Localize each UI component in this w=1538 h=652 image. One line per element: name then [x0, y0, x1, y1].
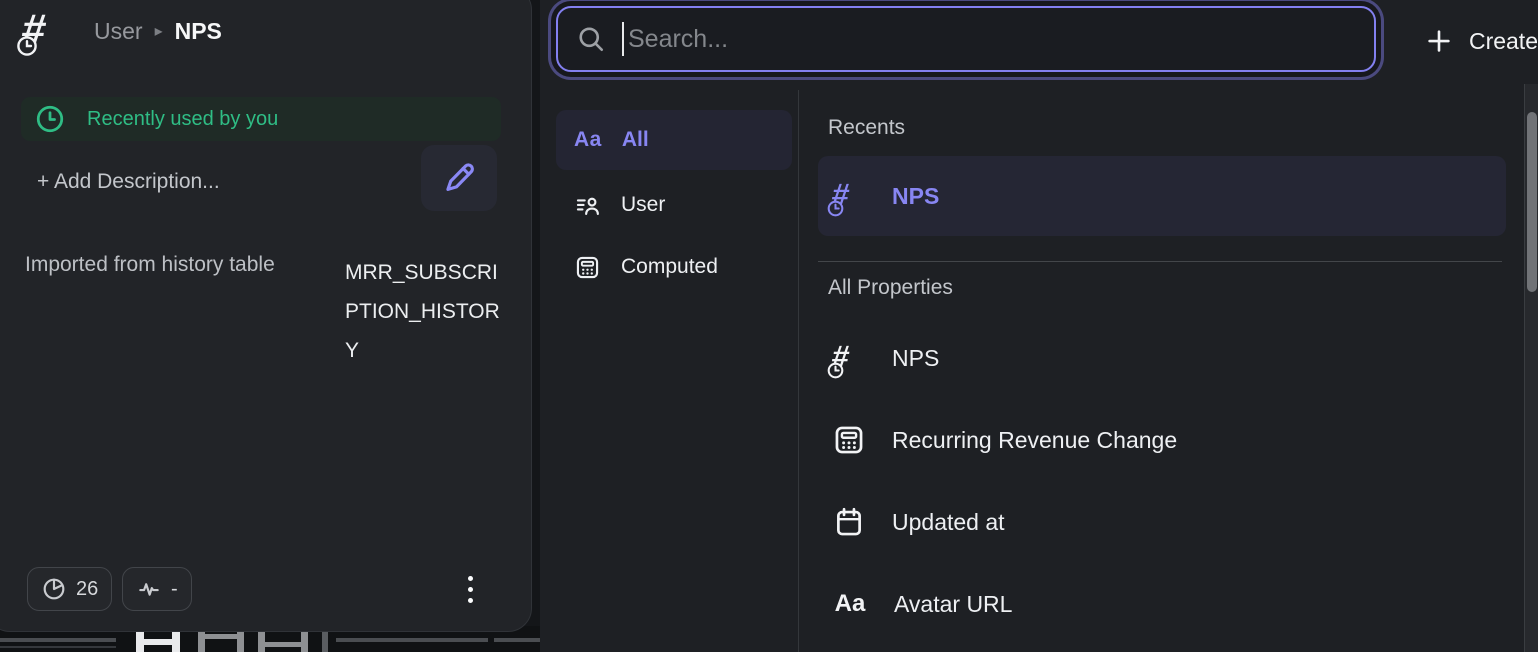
list-item-recurring-revenue-change[interactable]: Recurring Revenue Change — [818, 412, 1506, 468]
list-item-avatar-url[interactable]: Aa Avatar URL — [818, 576, 1506, 632]
list-item-nps[interactable]: # NPS — [818, 330, 1506, 386]
tab-computed[interactable]: Computed — [556, 240, 792, 294]
imported-value: MRR_SUBSCRIPTION_HISTORY — [345, 253, 503, 370]
app-window: # User ▸ NPS Recently used by you + Add … — [0, 0, 1538, 652]
search-icon — [576, 24, 606, 54]
tab-all[interactable]: Aa All — [556, 110, 792, 170]
activity-icon — [136, 576, 162, 602]
recently-used-label: Recently used by you — [87, 108, 278, 131]
property-picker-dropdown: Create Aa All User — [540, 0, 1538, 652]
divider — [818, 261, 1502, 262]
list-item-updated-at[interactable]: Updated at — [818, 494, 1506, 550]
Aa-letters-icon: Aa — [574, 128, 602, 152]
recently-used-badge: Recently used by you — [21, 97, 501, 141]
section-title-all-properties: All Properties — [828, 276, 953, 300]
breadcrumb-parent[interactable]: User — [94, 18, 143, 45]
breadcrumb: User ▸ NPS — [94, 18, 222, 45]
background-line — [336, 638, 488, 642]
divider — [798, 90, 799, 652]
results-list: Recents # NPS All Properties # — [818, 0, 1524, 652]
activity-pill[interactable]: - — [122, 567, 192, 611]
clock-icon — [35, 104, 65, 134]
background-letter — [258, 630, 308, 652]
calendar-icon — [832, 505, 866, 539]
property-details-card: # User ▸ NPS Recently used by you + Add … — [0, 0, 532, 632]
calculator-icon — [574, 254, 601, 281]
numeric-clock-icon: # — [22, 7, 68, 55]
background-line — [322, 630, 328, 652]
list-item-nps-recent[interactable]: # NPS — [818, 156, 1506, 236]
filter-tabs: Aa All User Computed — [556, 110, 792, 302]
chevron-right-icon: ▸ — [155, 21, 163, 41]
background-line — [0, 638, 116, 642]
sample-count-value: 26 — [76, 578, 98, 601]
kebab-menu-icon[interactable] — [457, 569, 483, 609]
scrollbar[interactable] — [1524, 84, 1538, 652]
text-cursor — [622, 22, 624, 56]
background-line — [494, 638, 540, 642]
section-title-recents: Recents — [828, 116, 905, 140]
numeric-clock-icon: # — [832, 340, 866, 376]
sample-count-pill[interactable]: 26 — [27, 567, 112, 611]
pencil-icon — [440, 159, 478, 197]
add-description-field[interactable]: + Add Description... — [37, 170, 220, 194]
background-line — [0, 646, 116, 648]
background-letter — [198, 630, 244, 652]
imported-meta-row: Imported from history table MRR_SUBSCRIP… — [25, 253, 503, 370]
activity-value: - — [171, 578, 178, 601]
background-letter — [136, 630, 180, 652]
tab-user[interactable]: User — [556, 178, 792, 232]
scrollbar-thumb[interactable] — [1527, 112, 1537, 292]
edit-description-button[interactable] — [421, 145, 497, 211]
calculator-icon — [832, 423, 866, 457]
Aa-letters-icon: Aa — [832, 590, 868, 618]
breadcrumb-current: NPS — [175, 18, 222, 45]
numeric-clock-icon: # — [832, 178, 866, 214]
card-footer: 26 - — [27, 567, 495, 611]
user-icon — [574, 192, 601, 219]
pie-chart-icon — [41, 576, 67, 602]
imported-label: Imported from history table — [25, 253, 275, 370]
